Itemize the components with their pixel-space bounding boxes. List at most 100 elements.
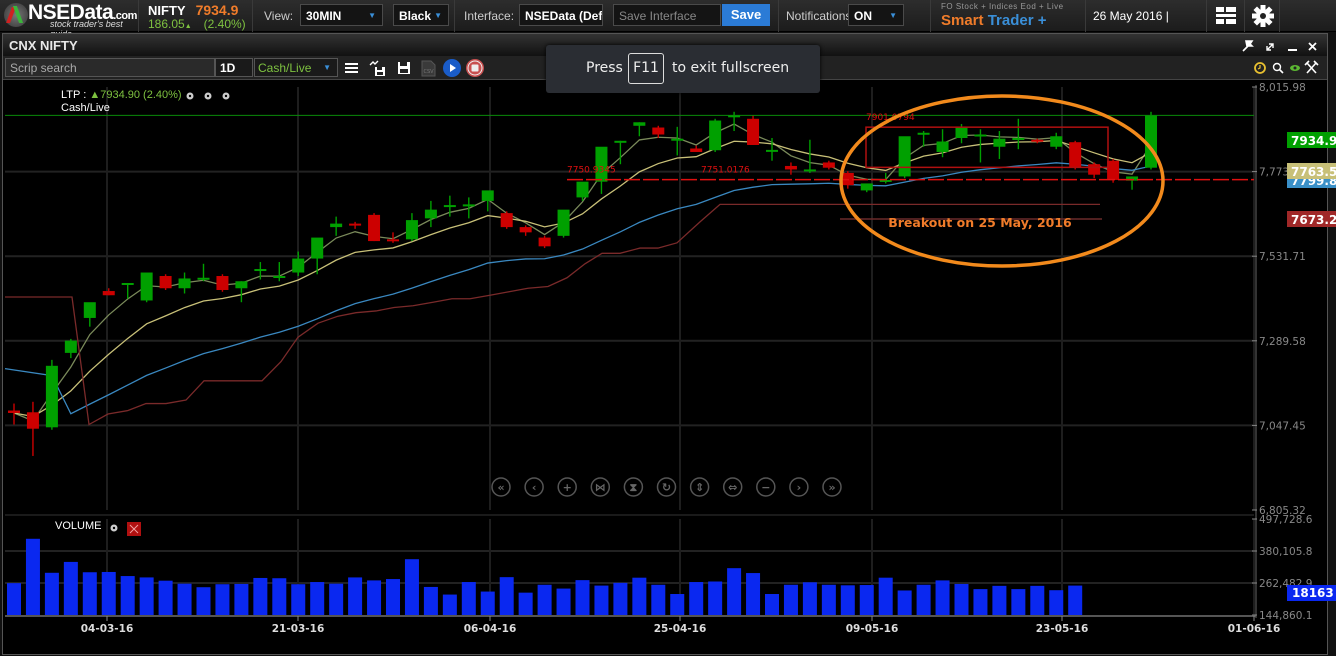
save-chart-icon[interactable] (369, 59, 387, 77)
first-page-icon[interactable]: « (491, 477, 511, 497)
menu-icon[interactable] (343, 59, 361, 77)
eye-icon[interactable] (1290, 65, 1300, 71)
fit-width-icon[interactable]: ⋈ (590, 477, 611, 497)
chevron-down-icon: ▼ (889, 11, 897, 20)
promo-subtitle: FO Stock + Indices Eod + Live (941, 2, 1064, 11)
reset-icon[interactable]: ↻ (656, 477, 677, 497)
promo-smart: Smart (941, 12, 984, 29)
ticker-change-block: 186.05▲ (2.40%) (148, 17, 246, 31)
settings-button[interactable] (1244, 0, 1280, 32)
gear-icon (1252, 5, 1274, 27)
ticker-price: 7934.9 (195, 2, 239, 18)
nav-glyph: › (797, 481, 802, 494)
save-button[interactable]: Save (722, 4, 770, 26)
timeframe-input[interactable]: 1D (215, 58, 253, 77)
ltp-value: ▲7934.90 (2.40%) (89, 89, 182, 101)
fullscreen-rest: to exit fullscreen (672, 60, 790, 76)
nav-glyph: − (761, 481, 770, 494)
divider (778, 0, 779, 32)
ltp-readout: LTP : ▲7934.90 (2.40%) (61, 89, 182, 101)
promo-trader: Trader + (987, 12, 1047, 29)
last-page-icon[interactable]: » (822, 477, 842, 497)
chevron-down-icon: ▼ (368, 11, 376, 20)
current-date: 26 May 2016 | (1093, 9, 1169, 23)
nav-glyph: ⋈ (595, 481, 606, 494)
logo-mark-icon (4, 3, 28, 27)
search-icon[interactable] (1272, 62, 1284, 74)
next-icon[interactable]: › (789, 477, 809, 497)
previous-icon[interactable]: ‹ (524, 477, 544, 497)
theme-select[interactable]: Black ▼ (393, 4, 449, 26)
chart-nav-controls: « ‹ + ⋈ ⧗ ↻ ⇕ ⇔ − › » (491, 477, 842, 497)
indicator-settings (186, 92, 230, 100)
interface-label: Interface: (464, 9, 515, 23)
ticker-change-pct: (2.40%) (203, 17, 246, 31)
zoom-in-icon[interactable]: + (557, 477, 577, 497)
ltp-label: LTP : (61, 89, 87, 101)
horizontal-scale-icon[interactable]: ⇔ (722, 477, 743, 497)
clock-icon[interactable] (1254, 62, 1266, 74)
play-icon[interactable] (443, 59, 461, 77)
scrip-search-placeholder: Scrip search (10, 61, 77, 75)
remove-indicator-button[interactable] (127, 522, 141, 536)
nav-glyph: + (563, 481, 572, 494)
layout-button[interactable] (1206, 0, 1244, 32)
nav-glyph: « (497, 481, 504, 494)
window-controls (1242, 40, 1317, 52)
view-select-value: 30MIN (306, 9, 342, 23)
fullscreen-notice: Press F11 to exit fullscreen (546, 45, 820, 93)
chevron-down-icon: ▼ (323, 63, 331, 72)
zoom-out-icon[interactable]: − (756, 477, 776, 497)
gear-icon[interactable] (110, 524, 118, 532)
ltp-segment: Cash/Live (61, 102, 110, 114)
vertical-scale-icon[interactable]: ⇕ (689, 477, 710, 497)
nav-glyph: ⧗ (630, 481, 638, 494)
divider (454, 0, 455, 32)
stop-icon[interactable] (466, 59, 484, 77)
divider (138, 0, 139, 32)
save-interface-input[interactable]: Save Interface (613, 4, 721, 26)
ticker-symbol-block: NIFTY 7934.9 (148, 2, 238, 18)
layout-grid-icon (1216, 7, 1236, 24)
ticker-change: 186.05 (148, 17, 185, 31)
chart-panel: CNX NIFTY Scrip search 1D Cash/Live ▼ CSV (2, 33, 1328, 655)
notifications-select-value: ON (854, 9, 872, 23)
panel-title: CNX NIFTY (9, 38, 78, 53)
view-label: View: (264, 9, 294, 23)
segment-value: Cash/Live (258, 61, 312, 75)
nav-glyph: » (828, 481, 835, 494)
notifications-label: Notifications: (786, 9, 855, 23)
nav-glyph: ⇕ (695, 481, 704, 494)
right-tools (1254, 60, 1319, 74)
fullscreen-press: Press (586, 60, 623, 76)
svg-text:CSV: CSV (424, 69, 435, 75)
smart-trader-promo[interactable]: FO Stock + Indices Eod + Live Smart Trad… (930, 0, 1086, 32)
fit-height-icon[interactable]: ⧗ (623, 477, 644, 497)
divider (252, 0, 253, 32)
close-icon[interactable] (1308, 42, 1317, 51)
interface-select-value: NSEData (Defa (525, 9, 603, 23)
interface-select[interactable]: NSEData (Defa (519, 4, 603, 26)
expand-icon[interactable] (1266, 43, 1274, 51)
minimize-icon[interactable] (1288, 49, 1297, 51)
volume-controls (110, 522, 141, 536)
ticker-symbol: NIFTY (148, 3, 186, 18)
csv-export-icon[interactable]: CSV (419, 59, 437, 77)
timeframe-value: 1D (220, 61, 236, 75)
f11-key: F11 (628, 53, 664, 84)
theme-select-value: Black (399, 9, 432, 23)
pin-icon[interactable] (1242, 40, 1254, 52)
up-arrow-icon: ▲ (184, 23, 192, 30)
tools-icon[interactable] (1304, 60, 1319, 74)
nav-glyph: ‹ (532, 481, 537, 494)
view-select[interactable]: 30MIN ▼ (300, 4, 383, 26)
nav-glyph: ↻ (662, 481, 671, 494)
scrip-search-input[interactable]: Scrip search (5, 58, 215, 77)
notifications-select[interactable]: ON ▼ (848, 4, 904, 26)
segment-select[interactable]: Cash/Live ▼ (254, 58, 338, 77)
volume-label: VOLUME (55, 520, 102, 532)
nsedata-logo[interactable]: NSEData.com stock trader's best guide (2, 1, 137, 39)
floppy-save-icon[interactable] (395, 59, 413, 77)
chevron-down-icon: ▼ (434, 11, 442, 20)
nav-glyph: ⇔ (728, 481, 737, 494)
